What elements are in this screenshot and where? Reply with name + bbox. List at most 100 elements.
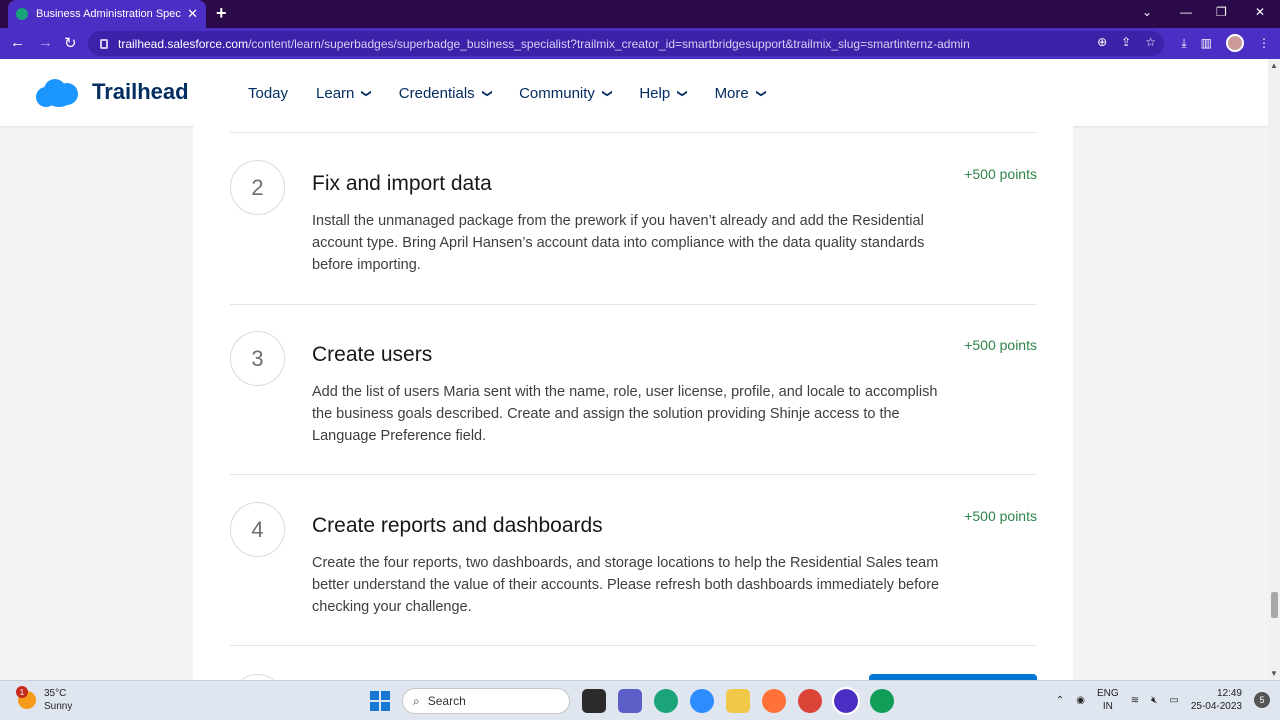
system-tray: ⌃ ◉ ENG IN ≋ 🔇︎ ▭ 12:49 25-04-2023 5 <box>1056 687 1270 713</box>
nav-community[interactable]: Community ❯ <box>519 85 613 102</box>
nav-label: Today <box>248 85 289 102</box>
taskbar-search[interactable]: ⌕ Search <box>402 688 570 714</box>
new-tab-button[interactable]: + <box>216 3 227 24</box>
challenge-list: 2 Fix and import data +500 points Instal… <box>193 126 1073 680</box>
nav-label: Help <box>639 85 671 102</box>
search-placeholder: Search <box>427 694 466 708</box>
show-hidden-icons-chevron-icon[interactable]: ⌃ <box>1056 695 1064 706</box>
battery-icon[interactable]: ▭ <box>1169 695 1178 706</box>
trailhead-logo[interactable]: Trailhead <box>36 77 189 107</box>
edge-icon[interactable] <box>654 689 678 713</box>
side-panel-icon[interactable]: ▥ <box>1201 36 1212 50</box>
zoom-icon[interactable]: ⊕ <box>1097 35 1107 49</box>
zoom-icon[interactable] <box>690 689 714 713</box>
divider <box>230 132 1037 133</box>
chrome-profile-active-icon[interactable] <box>832 687 860 715</box>
weather-desc: Sunny <box>44 701 73 712</box>
nav-label: Credentials <box>398 85 475 102</box>
chevron-down-icon: ❯ <box>755 89 767 98</box>
step-title: Fix and import data <box>312 172 492 195</box>
step-number: 2 <box>230 160 285 215</box>
sun-icon: 1 <box>16 686 36 709</box>
step-number: 3 <box>230 331 285 386</box>
teams-chat-icon[interactable] <box>618 689 642 713</box>
step-title: Create reports and dashboards <box>312 514 603 537</box>
download-icon[interactable]: ⤓ <box>1181 36 1186 51</box>
main-nav: Today Learn ❯ Credentials ❯ Community ❯ Hel… <box>248 85 793 102</box>
security-icon[interactable]: ◉ <box>1076 695 1085 706</box>
notification-badge[interactable]: 5 <box>1254 692 1270 708</box>
chrome-profile-icon[interactable] <box>870 689 894 713</box>
chrome-icon[interactable] <box>798 689 822 713</box>
step-description: Add the list of users Maria sent with th… <box>312 384 938 444</box>
nav-learn[interactable]: Learn ❯ <box>316 85 372 102</box>
lang-top: ENG <box>1097 688 1119 699</box>
clock[interactable]: 12:49 25-04-2023 <box>1191 687 1242 713</box>
scroll-down-icon[interactable]: ▼ <box>1270 669 1278 678</box>
task-view-icon[interactable] <box>582 689 606 713</box>
nav-today[interactable]: Today <box>248 85 288 102</box>
chevron-down-icon: ❯ <box>601 89 613 98</box>
browser-tabstrip: Business Administration Specialist ✕ + ⌄… <box>0 0 1280 28</box>
profile-avatar[interactable] <box>1226 34 1244 52</box>
divider <box>230 474 1037 475</box>
browser-tab[interactable]: Business Administration Specialist ✕ <box>8 0 206 28</box>
clock-time: 12:49 <box>1216 688 1242 699</box>
search-icon: ⌕ <box>413 693 420 708</box>
page-scrollbar[interactable]: ▲ ▼ <box>1268 59 1280 680</box>
clock-date: 25-04-2023 <box>1190 701 1242 712</box>
step-title: Create users <box>312 343 433 366</box>
url-path: /content/learn/superbadges/superbadge_bu… <box>248 36 970 51</box>
minimize-icon[interactable]: — <box>1180 5 1192 19</box>
tab-search-chevron-icon[interactable]: ⌄ <box>1142 5 1152 19</box>
weather-temp: 35°C <box>44 688 67 699</box>
windows-start-icon[interactable] <box>370 691 390 711</box>
nav-label: More <box>714 85 749 102</box>
wifi-icon[interactable]: ≋ <box>1131 695 1139 706</box>
step-number: 4 <box>230 502 285 557</box>
scroll-up-icon[interactable]: ▲ <box>1270 61 1278 70</box>
forward-icon[interactable]: → <box>38 34 53 51</box>
nav-label: Learn <box>316 85 355 102</box>
nav-label: Community <box>519 85 595 102</box>
trailhead-favicon-icon <box>16 8 28 20</box>
language-indicator[interactable]: ENG IN <box>1097 687 1119 713</box>
browser-toolbar: ← → ↻ trailhead.salesforce.com/content/l… <box>0 28 1280 59</box>
step-description: Create the four reports, two dashboards,… <box>312 555 940 615</box>
nav-help[interactable]: Help ❯ <box>639 85 688 102</box>
reload-icon[interactable]: ↻ <box>64 34 77 52</box>
browser-menu-icon[interactable]: ⋮ <box>1258 36 1270 50</box>
step-points: +500 points <box>964 337 1037 353</box>
nav-more[interactable]: More ❯ <box>714 85 767 102</box>
weather-badge: 1 <box>16 686 28 698</box>
lang-bottom: IN <box>1102 701 1113 712</box>
salesforce-cloud-icon <box>36 77 80 107</box>
bookmark-star-icon[interactable]: ☆ <box>1145 35 1156 49</box>
share-icon[interactable]: ⇪ <box>1121 35 1131 49</box>
nav-credentials[interactable]: Credentials ❯ <box>398 85 493 102</box>
step-points: +500 points <box>964 166 1037 182</box>
scrollbar-thumb[interactable] <box>1271 592 1278 618</box>
url-host: trailhead.salesforce.com <box>118 36 249 51</box>
tab-close-icon[interactable]: ✕ <box>187 6 198 22</box>
back-icon[interactable]: ← <box>10 34 25 51</box>
maximize-icon[interactable]: ❐ <box>1216 5 1227 19</box>
firefox-icon[interactable] <box>762 689 786 713</box>
step-description: Install the unmanaged package from the p… <box>312 213 925 273</box>
file-explorer-icon[interactable] <box>726 689 750 713</box>
volume-muted-icon[interactable]: 🔇︎ <box>1151 695 1157 706</box>
divider <box>230 304 1037 305</box>
chevron-down-icon: ❯ <box>481 89 493 98</box>
close-window-icon[interactable]: ✕ <box>1255 5 1265 19</box>
address-bar[interactable]: trailhead.salesforce.com/content/learn/s… <box>88 31 1164 56</box>
chevron-down-icon: ❯ <box>676 89 688 98</box>
url-text: trailhead.salesforce.com/content/learn/s… <box>118 37 970 51</box>
site-header: Trailhead Today Learn ❯ Credentials ❯ Comm… <box>0 59 1268 126</box>
weather-widget[interactable]: 1 35°C Sunny <box>16 686 73 713</box>
brand-name: Trailhead <box>92 79 189 104</box>
divider <box>230 645 1037 646</box>
windows-taskbar: 1 35°C Sunny ⌕ Search ⌃ ◉ ENG IN ≋ 🔇︎ ▭ <box>0 680 1280 720</box>
tab-title: Business Administration Specialist <box>36 8 182 20</box>
step-points: +500 points <box>964 508 1037 524</box>
lock-icon <box>100 38 108 49</box>
